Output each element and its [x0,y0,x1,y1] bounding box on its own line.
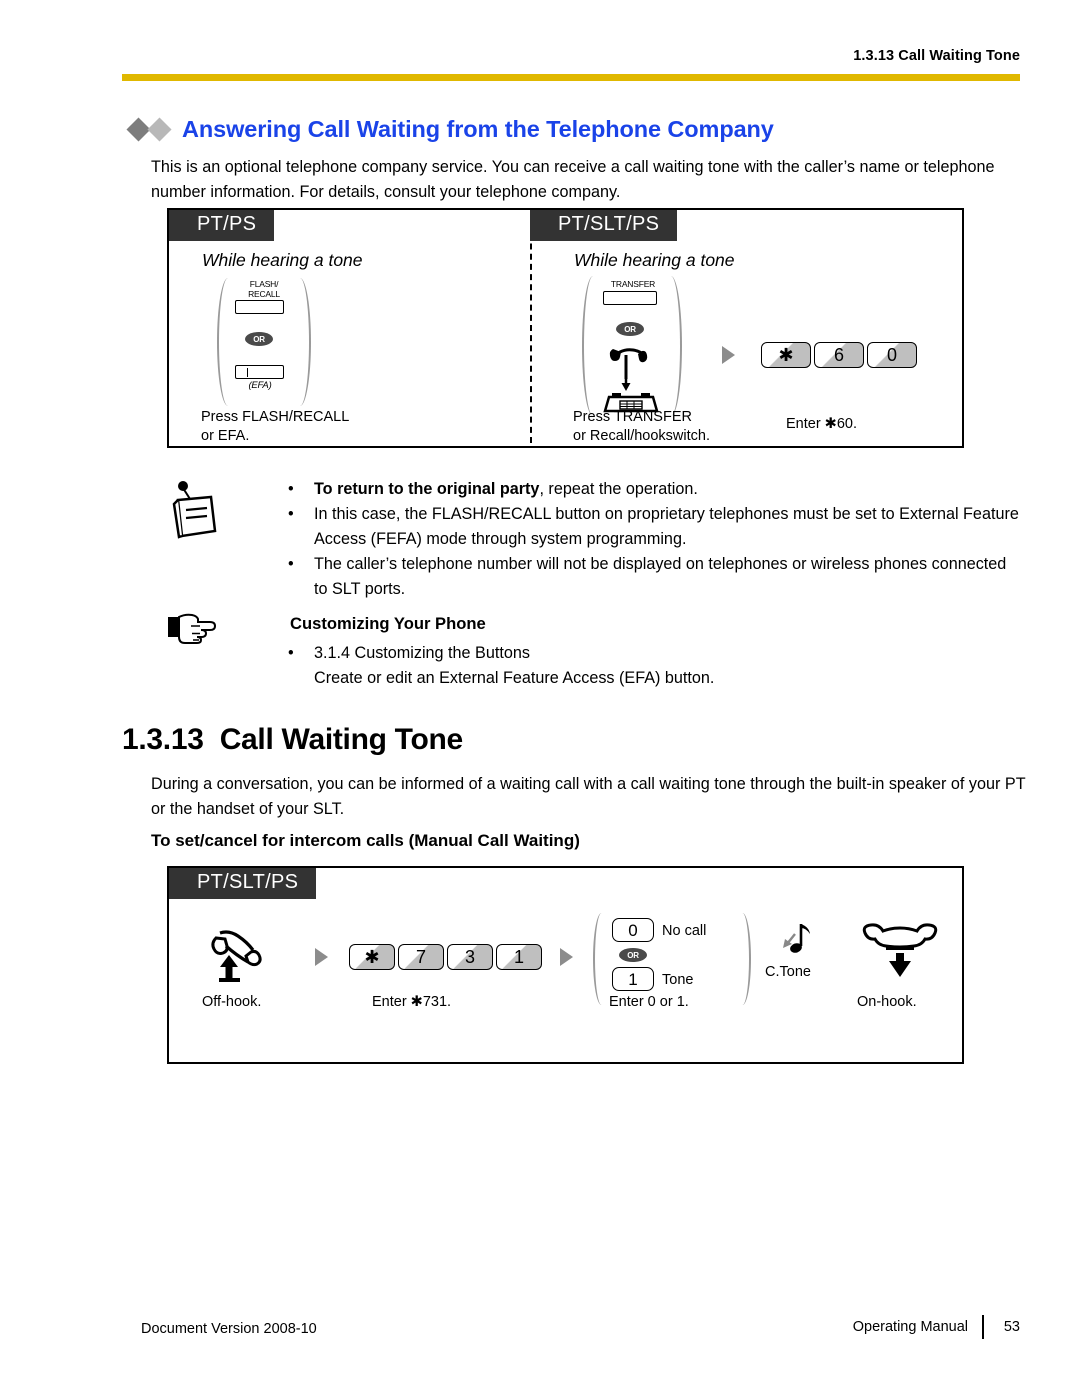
caption-on-hook: On-hook. [857,994,917,1010]
customizing-title: Customizing Your Phone [290,614,486,633]
or-badge-options: OR [619,948,647,962]
condition-label-right: While hearing a tone [574,250,735,270]
caption-off-hook: Off-hook. [202,994,262,1010]
topic-title: Answering Call Waiting from the Telephon… [182,116,774,142]
note-text: In this case, the FLASH/RECALL button on… [314,505,1019,548]
keycap-6[interactable]: 6 [814,342,864,368]
option-group-left-arc [593,913,610,1005]
section-subheading: To set/cancel for intercom calls (Manual… [151,831,580,850]
efa-button[interactable] [235,365,284,379]
notes-list: • To return to the original party, repea… [288,477,1023,602]
section-heading: 1.3.13 Call Waiting Tone [122,723,463,757]
note-text: , repeat the operation. [539,480,698,498]
footer-document-version: Document Version 2008-10 [141,1321,317,1337]
note-text: The caller’s telephone number will not b… [314,555,1007,598]
customizing-list: • 3.1.4 Customizing the Buttons Create o… [288,641,1023,691]
condition-label-left: While hearing a tone [202,250,363,270]
caption-right-panel: Press TRANSFER or Recall/hookswitch. [573,409,710,444]
section-number: 1.3.13 [122,723,204,756]
or-badge-right: OR [616,322,644,336]
bullet-dot: • [288,555,294,573]
option-group-right-arc [734,913,751,1005]
footer-right: Operating Manual 53 [853,1315,1020,1339]
footer-page-number: 53 [1003,1319,1020,1335]
note-item: • The caller’s telephone number will not… [288,552,1023,602]
keycap-asterisk[interactable]: ✱ [761,342,811,368]
topic-heading: Answering Call Waiting from the Telephon… [126,116,774,143]
panel-divider [530,213,532,443]
flash-recall-button[interactable] [235,300,284,314]
flow-arrow-1 [722,346,735,364]
customizing-item: • 3.1.4 Customizing the Buttons Create o… [288,641,1023,691]
transfer-button[interactable] [603,291,657,305]
caption-enter-731: Enter ✱731. [372,994,452,1010]
panel-tag-pt-slt-ps: PT/SLT/PS [530,210,678,241]
keycap-option-0[interactable]: 0 [612,918,654,942]
keycap-asterisk-2[interactable]: ✱ [349,944,395,970]
option-label-tone: Tone [662,972,694,988]
caption-enter-0-or-1: Enter 0 or 1. [609,994,689,1010]
hookswitch-icon [593,341,669,413]
or-badge-left: OR [245,332,273,346]
diagram-box-manual-call-waiting: PT/SLT/PS Off-hook. ✱ 7 3 1 Enter ✱731. … [167,866,964,1064]
bullet-dot: • [288,644,294,662]
section-title: Call Waiting Tone [219,723,464,756]
keycap-1[interactable]: 1 [496,944,542,970]
section-body: During a conversation, you can be inform… [151,775,1026,818]
option-label-no-call: No call [662,923,707,939]
transfer-button-label: TRANSFER [610,279,656,289]
footer-manual-name: Operating Manual [852,1319,968,1335]
note-bold-lead: To return to the original party [314,480,540,498]
label-c-tone: C.Tone [765,964,811,980]
note-memo-icon [166,477,228,541]
keycap-3[interactable]: 3 [447,944,493,970]
onhook-handset-icon [859,923,941,979]
keycap-option-1[interactable]: 1 [612,967,654,991]
note-item: • In this case, the FLASH/RECALL button … [288,502,1023,552]
bullet-dot: • [288,480,294,498]
flash-recall-button-label: FLASH/ RECALL [248,279,280,299]
pointing-hand-icon [166,608,224,646]
offhook-handset-icon [207,928,289,984]
footer-separator [982,1315,984,1339]
customizing-desc: Create or edit an External Feature Acces… [314,669,715,687]
caption-enter-code: Enter ✱60. [786,416,857,432]
running-head: 1.3.13 Call Waiting Tone [853,48,1020,64]
confirmation-tone-icon [779,920,819,962]
topic-intro: This is an optional telephone company se… [151,158,995,201]
diamond-bullet-light-icon [147,117,172,142]
note-item: • To return to the original party, repea… [288,477,1023,502]
header-rule [122,74,1020,81]
efa-button-label: (EFA) [248,380,272,391]
caption-left-panel: Press FLASH/RECALL or EFA. [201,409,350,444]
customizing-ref[interactable]: 3.1.4 Customizing the Buttons [314,644,530,662]
manual-page: 1.3.13 Call Waiting Tone Answering Call … [0,0,1080,1397]
flow-arrow-2 [315,948,328,966]
keycap-0[interactable]: 0 [867,342,917,368]
keycap-7[interactable]: 7 [398,944,444,970]
panel-tag-pt-slt-ps-2: PT/SLT/PS [169,868,317,899]
diagram-box-answering-call-waiting: PT/PS While hearing a tone FLASH/ RECALL… [167,208,964,448]
bullet-dot: • [288,505,294,523]
flow-arrow-3 [560,948,573,966]
panel-tag-pt-ps: PT/PS [169,210,275,241]
